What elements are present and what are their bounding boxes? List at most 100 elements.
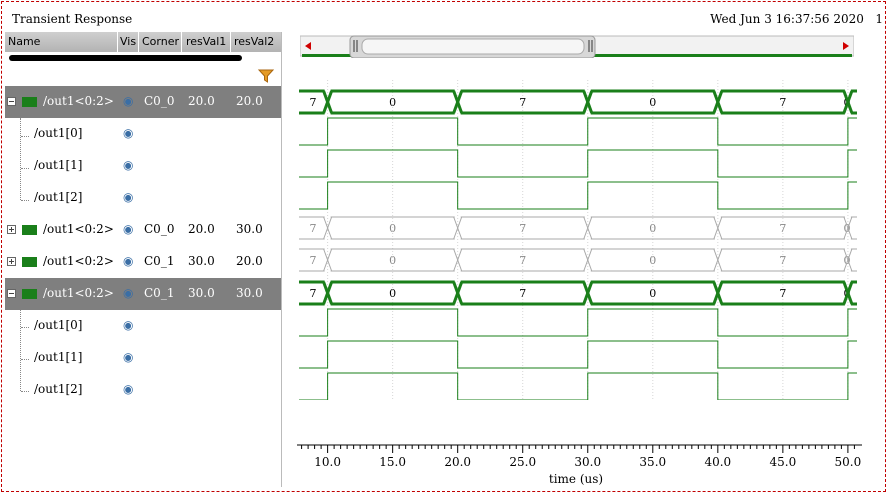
bus-value-label: 7 [310,96,317,109]
bus-value-label: 7 [519,222,526,235]
bus-value-label: 0 [649,96,656,109]
signal-name: /out1[0] [34,126,83,140]
signal-row[interactable]: /out1[1] ◉ [5,150,281,182]
column-vis[interactable]: Vis [120,35,136,48]
corner-value: C0_0 [144,94,175,108]
datetime-text: Wed Jun 3 16:37:56 2020 [710,12,864,26]
signal-browser: Name Vis Corner resVal1 resVal2 /out1<0:… [5,32,282,487]
resval2-value: 20.0 [236,94,263,108]
axis-tick-label: 35.0 [639,455,666,469]
signal-name: /out1[1] [34,350,83,364]
eye-icon[interactable]: ◉ [123,222,133,236]
digital-trace [299,149,857,178]
bus-value-label: 0 [649,254,656,267]
signal-row[interactable]: /out1<0:2> ◉ C0_1 30.0 30.0 [5,278,281,310]
column-name[interactable]: Name [8,35,40,48]
axis-tick-label: 20.0 [444,455,471,469]
eye-icon[interactable]: ◉ [123,286,133,300]
digital-trace [299,117,857,146]
color-swatch [22,257,37,267]
resval1-value: 20.0 [188,94,215,108]
time-axis: 10.0 15.0 20.0 25.0 30.0 35.0 40.0 45.0 50.0 tim… [297,444,862,486]
axis-tick-label: 45.0 [770,455,797,469]
minus-box-icon[interactable] [7,289,16,298]
edge-text: 1 [875,12,883,26]
column-resval1[interactable]: resVal1 [186,35,226,48]
signal-row[interactable]: /out1<0:2> ◉ C0_0 20.0 20.0 [5,86,281,118]
signal-name: /out1<0:2> [43,222,114,236]
signal-row[interactable]: /out1<0:2> ◉ C0_0 20.0 30.0 [5,214,281,246]
bus-value-label: 7 [519,254,526,267]
column-separator[interactable] [230,32,231,52]
plus-box-icon[interactable] [7,257,16,266]
signal-name: /out1[2] [34,190,83,204]
bus-value-label: 0 [649,287,656,300]
axis-tick-label: 25.0 [509,455,536,469]
eye-icon[interactable]: ◉ [123,318,133,332]
eye-icon[interactable]: ◉ [123,126,133,140]
eye-icon[interactable]: ◉ [123,254,133,268]
eye-icon[interactable]: ◉ [123,190,133,204]
digital-trace [299,340,857,369]
column-corner[interactable]: Corner [142,35,179,48]
axis-tick-label: 15.0 [379,455,406,469]
horizontal-scrollbar[interactable] [9,55,242,61]
overview-scroller[interactable] [300,34,854,58]
signal-row[interactable]: /out1[0] ◉ [5,310,281,342]
digital-trace [299,308,857,337]
minus-box-icon[interactable] [7,97,16,106]
bus-value-label: 7 [779,287,786,300]
column-separator[interactable] [181,32,182,52]
bus-value-label: 7 [519,287,526,300]
resval2-value: 30.0 [236,286,263,300]
bus-value-label: 7 [779,254,786,267]
signal-row[interactable]: /out1[0] ◉ [5,118,281,150]
bus-value-label: 7 [779,222,786,235]
waveform-view[interactable]: 707070707070707070707070 [297,80,857,400]
column-separator[interactable] [138,32,139,52]
column-resval2[interactable]: resVal2 [234,35,274,48]
bus-value-label: 7 [310,254,317,267]
axis-tick-label: 50.0 [835,455,862,469]
filter-icon[interactable] [257,68,275,87]
signal-name: /out1<0:2> [43,94,114,108]
color-swatch [22,289,37,299]
bus-value-label: 0 [649,222,656,235]
signal-name: /out1[1] [34,158,83,172]
plus-box-icon[interactable] [7,225,16,234]
corner-value: C0_0 [144,222,175,236]
resval2-value: 20.0 [236,254,263,268]
axis-tick-label: 30.0 [574,455,601,469]
axis-ticks: 10.0 15.0 20.0 25.0 30.0 35.0 40.0 45.0 50.0 [297,444,862,469]
resval2-value: 30.0 [236,222,263,236]
signal-row[interactable]: /out1<0:2> ◉ C0_1 30.0 20.0 [5,246,281,278]
eye-icon[interactable]: ◉ [123,158,133,172]
eye-icon[interactable]: ◉ [123,382,133,396]
corner-value: C0_1 [144,286,175,300]
scroll-thumb-grip[interactable] [361,38,585,55]
bus-value-label: 7 [310,287,317,300]
bus-value-label: 7 [310,222,317,235]
eye-icon[interactable]: ◉ [123,350,133,364]
bus-value-label: 0 [389,287,396,300]
color-swatch [22,97,37,107]
bus-value-label: 0 [389,96,396,109]
signal-name: /out1[0] [34,318,83,332]
resval1-value: 30.0 [188,254,215,268]
signal-name: /out1[2] [34,382,83,396]
waveform-traces: 707070707070707070707070 [299,89,857,400]
axis-label: time (us) [549,472,603,486]
signal-row[interactable]: /out1[2] ◉ [5,374,281,406]
window-title: Transient Response [12,12,133,26]
signal-row[interactable]: /out1[2] ◉ [5,182,281,214]
column-separator[interactable] [117,32,118,52]
column-header: Name Vis Corner resVal1 resVal2 [5,32,281,52]
eye-icon[interactable]: ◉ [123,94,133,108]
bus-value-label: 0 [389,222,396,235]
resval1-value: 20.0 [188,222,215,236]
signal-row[interactable]: /out1[1] ◉ [5,342,281,374]
digital-trace [299,372,857,400]
digital-trace [299,181,857,210]
axis-tick-label: 40.0 [704,455,731,469]
signal-name: /out1<0:2> [43,254,114,268]
